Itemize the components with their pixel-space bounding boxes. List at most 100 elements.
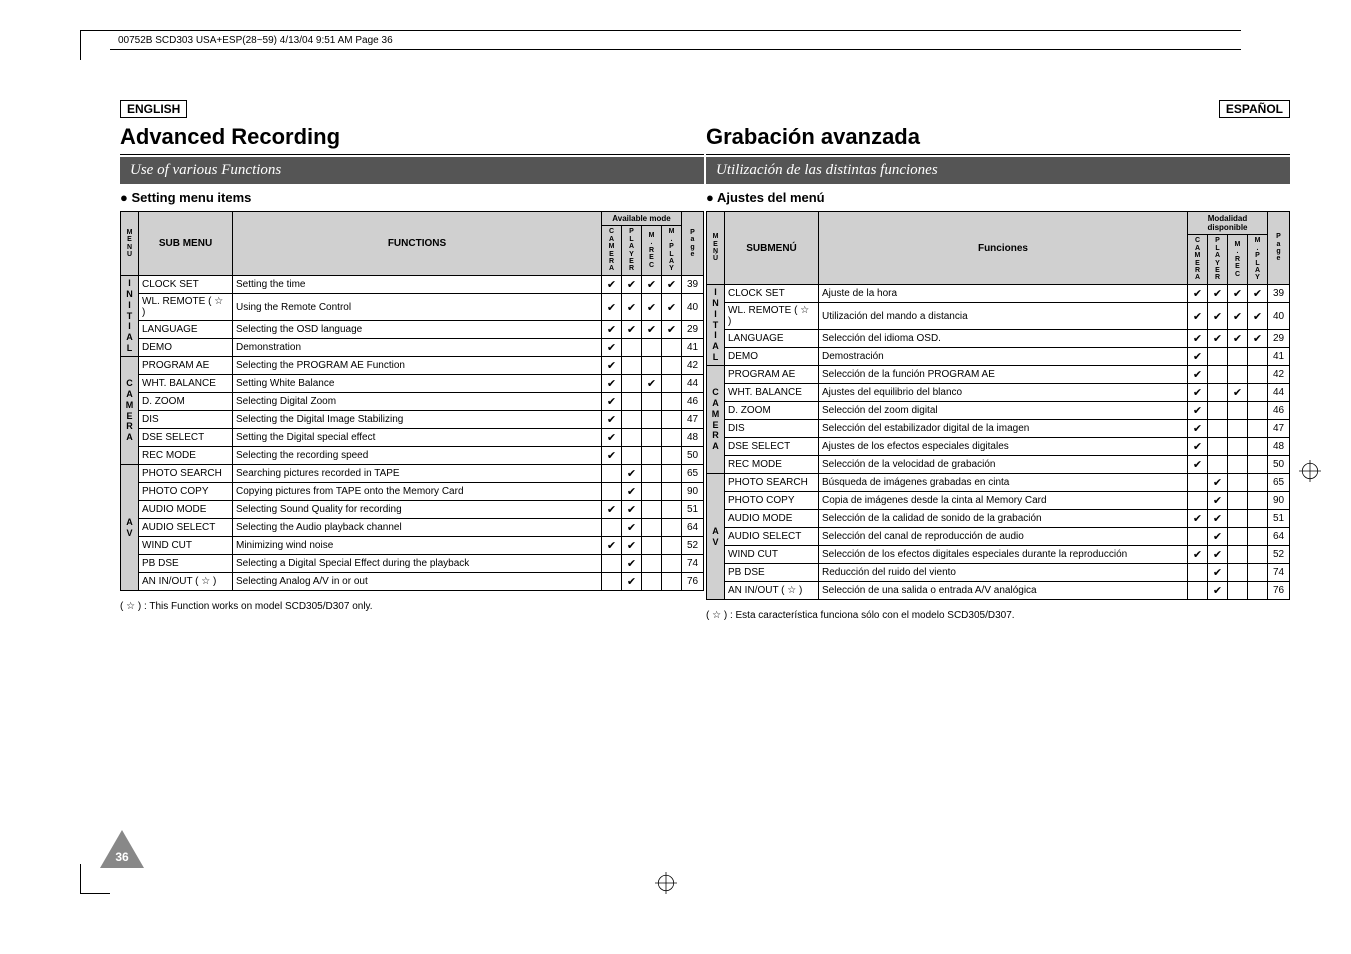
section-title-right: Grabación avanzada <box>706 124 1290 155</box>
cell-mode <box>1187 366 1207 384</box>
cell-mode <box>1247 564 1267 582</box>
cell-submenu: D. ZOOM <box>725 402 819 420</box>
cell-mode <box>641 465 661 483</box>
check-icon <box>607 414 616 426</box>
cell-mode <box>1227 564 1247 582</box>
th-menu-right: MENÚ <box>707 212 725 285</box>
table-row: INITIALCLOCK SETAjuste de la hora39 <box>707 285 1290 303</box>
check-icon <box>1213 311 1222 323</box>
column-english: ENGLISH Advanced Recording Use of variou… <box>120 100 704 621</box>
check-icon <box>627 324 636 336</box>
th-mode-camera-r: CAMERA <box>1187 235 1207 285</box>
cell-mode <box>601 555 621 573</box>
check-icon <box>1193 459 1202 471</box>
cell-mode <box>1247 474 1267 492</box>
menu-group-letter: CAMERA <box>707 366 725 474</box>
cell-mode <box>1207 303 1227 330</box>
cell-mode <box>1227 582 1247 600</box>
table-row: PHOTO COPYCopying pictures from TAPE ont… <box>121 483 704 501</box>
cell-mode <box>1227 330 1247 348</box>
cell-function: Searching pictures recorded in TAPE <box>233 465 602 483</box>
cell-submenu: AUDIO MODE <box>725 510 819 528</box>
check-icon <box>1193 369 1202 381</box>
cell-function: Using the Remote Control <box>233 294 602 321</box>
check-icon <box>647 324 656 336</box>
check-icon <box>627 504 636 516</box>
cell-mode <box>1187 348 1207 366</box>
check-icon <box>1213 567 1222 579</box>
check-icon <box>1193 288 1202 300</box>
cell-mode <box>641 276 661 294</box>
cell-page: 65 <box>1268 474 1290 492</box>
page-number: 36 <box>100 850 144 864</box>
th-mode-camera: CAMERA <box>601 226 621 276</box>
cell-function: Reducción del ruido del viento <box>819 564 1188 582</box>
cell-mode <box>641 555 661 573</box>
check-icon <box>667 324 676 336</box>
footnote-right: ( ☆ ) : Esta característica funciona sól… <box>706 610 1290 621</box>
cell-mode <box>1227 303 1247 330</box>
cell-mode <box>1227 492 1247 510</box>
cell-page: 39 <box>1268 285 1290 303</box>
cell-mode <box>1187 582 1207 600</box>
cell-mode <box>1227 348 1247 366</box>
check-icon <box>647 378 656 390</box>
cell-submenu: REC MODE <box>139 447 233 465</box>
cell-function: Selecting the OSD language <box>233 321 602 339</box>
th-func-left: FUNCTIONS <box>233 212 602 276</box>
cell-mode <box>601 294 621 321</box>
cell-function: Utilización del mando a distancia <box>819 303 1188 330</box>
cell-submenu: DSE SELECT <box>725 438 819 456</box>
cell-mode <box>641 501 661 519</box>
table-row: AUDIO SELECTSelecting the Audio playback… <box>121 519 704 537</box>
table-row: WHT. BALANCESetting White Balance44 <box>121 375 704 393</box>
menu-group-letter: CAMERA <box>121 357 139 465</box>
table-row: AN IN/OUT ( ☆ )Selecting Analog A/V in o… <box>121 573 704 591</box>
cell-function: Selección de la función PROGRAM AE <box>819 366 1188 384</box>
check-icon <box>1193 441 1202 453</box>
table-row: LANGUAGESelecting the OSD language29 <box>121 321 704 339</box>
cell-mode <box>1207 582 1227 600</box>
table-row: DEMODemostración41 <box>707 348 1290 366</box>
cell-function: Copying pictures from TAPE onto the Memo… <box>233 483 602 501</box>
registration-mark-icon <box>1299 460 1321 482</box>
table-row: DISSelección del estabilizador digital d… <box>707 420 1290 438</box>
cell-function: Selección del zoom digital <box>819 402 1188 420</box>
table-row: WL. REMOTE ( ☆ )Using the Remote Control… <box>121 294 704 321</box>
cell-page: 47 <box>1268 420 1290 438</box>
check-icon <box>1193 549 1202 561</box>
check-icon <box>1213 549 1222 561</box>
check-icon <box>667 279 676 291</box>
cell-mode <box>661 357 681 375</box>
cell-mode <box>641 429 661 447</box>
cell-function: Selección del canal de reproducción de a… <box>819 528 1188 546</box>
cell-submenu: DIS <box>725 420 819 438</box>
cell-mode <box>661 411 681 429</box>
cell-mode <box>641 483 661 501</box>
th-mode-player: PLAYER <box>621 226 641 276</box>
cell-mode <box>1187 528 1207 546</box>
check-icon <box>627 302 636 314</box>
check-icon <box>1193 351 1202 363</box>
th-page-right: Page <box>1268 212 1290 285</box>
check-icon <box>1213 477 1222 489</box>
cell-mode <box>641 573 661 591</box>
cell-function: Selección de una salida o entrada A/V an… <box>819 582 1188 600</box>
cell-mode <box>1227 456 1247 474</box>
check-icon <box>627 522 636 534</box>
cell-submenu: WL. REMOTE ( ☆ ) <box>725 303 819 330</box>
check-icon <box>1213 333 1222 345</box>
check-icon <box>627 540 636 552</box>
check-icon <box>607 540 616 552</box>
cell-page: 76 <box>682 573 704 591</box>
cell-page: 44 <box>1268 384 1290 402</box>
cell-mode <box>1187 285 1207 303</box>
cell-mode <box>621 483 641 501</box>
cell-function: Selecting a Digital Special Effect durin… <box>233 555 602 573</box>
cell-submenu: PHOTO COPY <box>139 483 233 501</box>
cell-page: 40 <box>1268 303 1290 330</box>
table-row: D. ZOOMSelección del zoom digital46 <box>707 402 1290 420</box>
cell-page: 65 <box>682 465 704 483</box>
cell-mode <box>1207 438 1227 456</box>
check-icon <box>667 302 676 314</box>
